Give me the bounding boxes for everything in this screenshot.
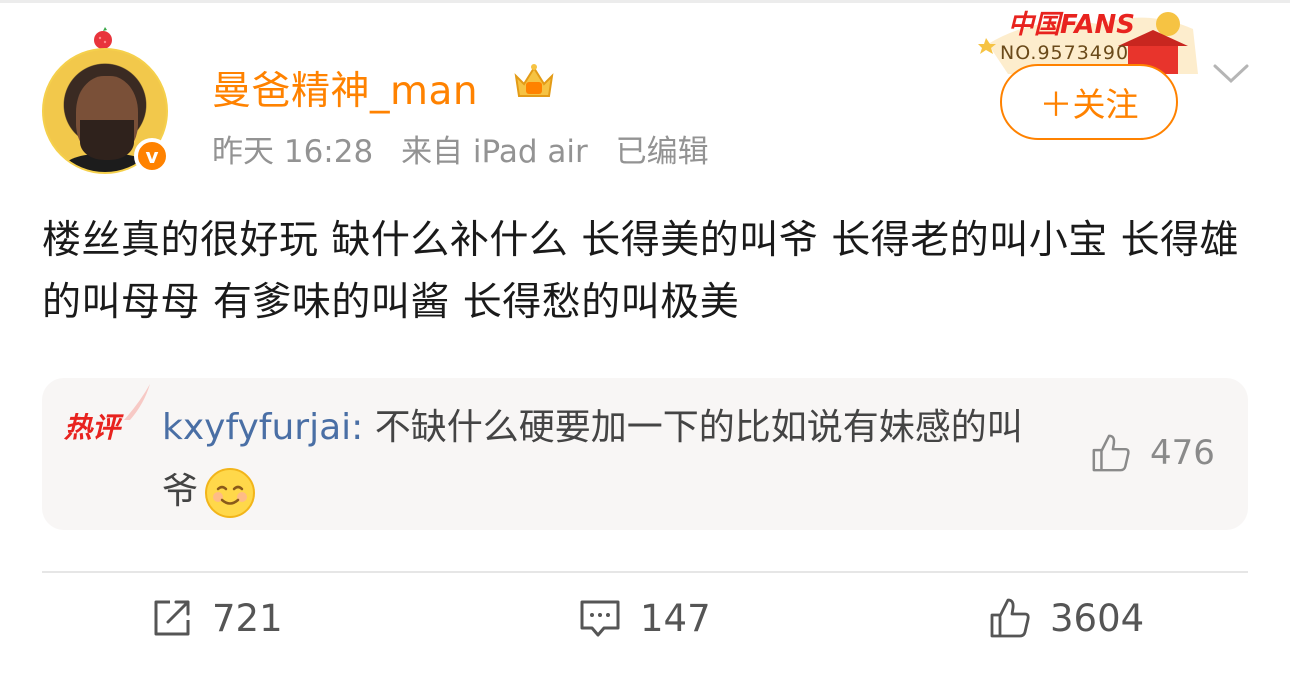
fans-badge-number: NO.9573490 xyxy=(1000,42,1130,64)
repost-button[interactable]: 721 xyxy=(150,596,283,640)
thumbs-up-icon xyxy=(990,598,1030,638)
follow-button[interactable]: ＋关注 xyxy=(1000,64,1178,140)
edited-label[interactable]: 已编辑 xyxy=(616,134,709,170)
comment-count: 147 xyxy=(640,596,711,640)
thumbs-up-icon xyxy=(1092,434,1130,472)
comment-icon xyxy=(580,600,620,637)
hot-comment-like-button[interactable]: 476 xyxy=(1090,432,1215,474)
hot-comment-tag: 热评 xyxy=(64,411,121,444)
avatar-container[interactable]: v xyxy=(42,26,170,176)
comment-button[interactable]: 147 xyxy=(578,596,711,640)
hot-comment-user[interactable]: kxyfyfurjai: xyxy=(162,407,363,448)
hot-comment-body: kxyfyfurjai: 不缺什么硬要加一下的比如说有妹感的叫爷 xyxy=(162,396,1042,524)
top-divider xyxy=(0,0,1290,3)
chevron-down-icon[interactable] xyxy=(1212,62,1250,86)
repost-icon xyxy=(154,600,190,636)
verified-icon: v xyxy=(134,138,170,174)
repost-count: 721 xyxy=(212,596,283,640)
post-text: 楼丝真的很好玩 缺什么补什么 长得美的叫爷 长得老的叫小宝 长得雄的叫母母 有爹… xyxy=(42,218,1240,325)
username[interactable]: 曼爸精神_man xyxy=(212,60,478,116)
flame-icon xyxy=(124,384,150,420)
lychee-icon xyxy=(94,27,112,49)
action-divider xyxy=(42,571,1248,573)
smile-emoji-icon xyxy=(205,468,256,518)
post-time: 昨天 16:28 xyxy=(212,134,374,170)
hot-comment-like-count: 476 xyxy=(1150,433,1215,473)
post-source[interactable]: 来自 iPad air xyxy=(401,134,588,170)
like-count: 3604 xyxy=(1050,596,1145,640)
fans-badge-label: 中国FANS xyxy=(1008,10,1136,40)
hot-comment[interactable]: 热评 kxyfyfurjai: 不缺什么硬要加一下的比如说有妹感的叫爷 476 xyxy=(42,378,1248,530)
crown-icon[interactable] xyxy=(512,62,556,102)
post-meta: 昨天 16:28 来自 iPad air 已编辑 xyxy=(212,126,727,171)
like-button[interactable]: 3604 xyxy=(988,596,1144,640)
